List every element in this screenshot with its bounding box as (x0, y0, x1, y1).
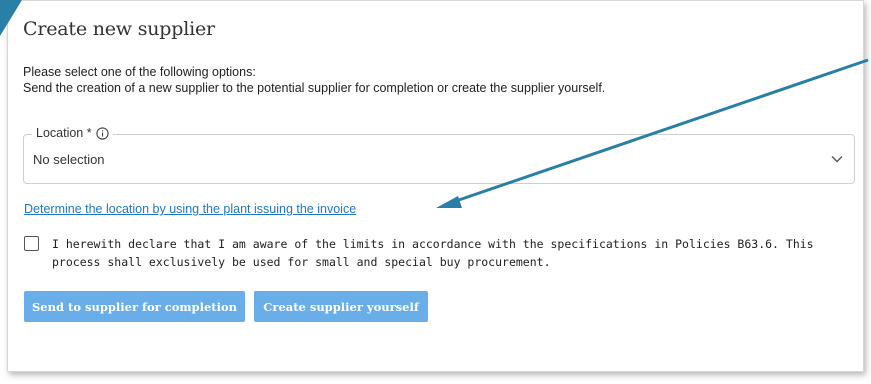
location-label-wrap: Location * (32, 126, 113, 140)
chevron-down-icon[interactable] (830, 152, 844, 166)
intro-text: Please select one of the following optio… (23, 64, 843, 96)
determine-location-link[interactable]: Determine the location by using the plan… (24, 202, 356, 216)
intro-line-1: Please select one of the following optio… (23, 65, 256, 79)
info-icon[interactable] (95, 126, 109, 140)
declaration-checkbox[interactable] (24, 236, 39, 251)
create-supplier-dialog: Create new supplier Please select one of… (7, 0, 864, 372)
intro-line-2: Send the creation of a new supplier to t… (23, 81, 606, 95)
dialog-title: Create new supplier (23, 18, 215, 40)
send-to-supplier-button[interactable]: Send to supplier for completion (24, 291, 245, 322)
create-supplier-yourself-button[interactable]: Create supplier yourself (254, 291, 428, 322)
location-value: No selection (33, 152, 105, 167)
location-label: Location * (36, 126, 92, 140)
declaration-text: I herewith declare that I am aware of th… (52, 237, 814, 269)
location-select[interactable]: Location * No selection (23, 126, 855, 184)
